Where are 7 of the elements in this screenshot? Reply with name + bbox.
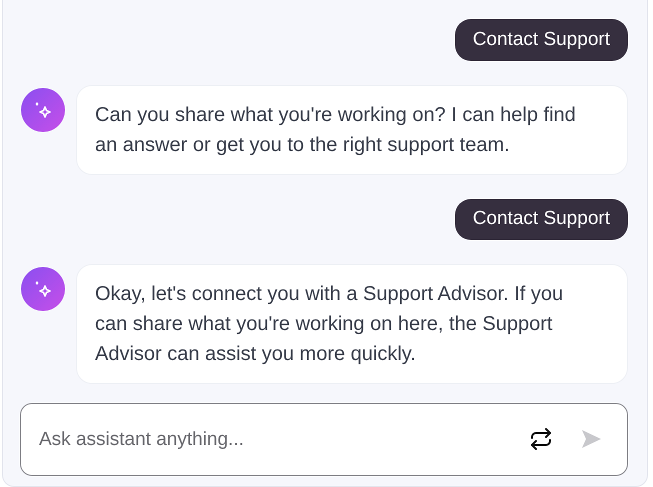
message-input-field[interactable]: Ask assistant anything... [20, 403, 628, 476]
message-bubble: Okay, let's connect you with a Support Advisor. If you can share what you're working on here, the Support Advisor can assist you more quickly. [76, 264, 628, 384]
sparkle-avatar-icon [21, 267, 65, 311]
message-bubble[interactable]: Contact Support [454, 19, 628, 60]
message-bubble: Can you share what you're working on? I can help find an answer or get you to the right support team. [76, 84, 628, 174]
sparkle-avatar-icon [21, 88, 65, 132]
message-bubble[interactable]: Contact Support [454, 198, 628, 240]
